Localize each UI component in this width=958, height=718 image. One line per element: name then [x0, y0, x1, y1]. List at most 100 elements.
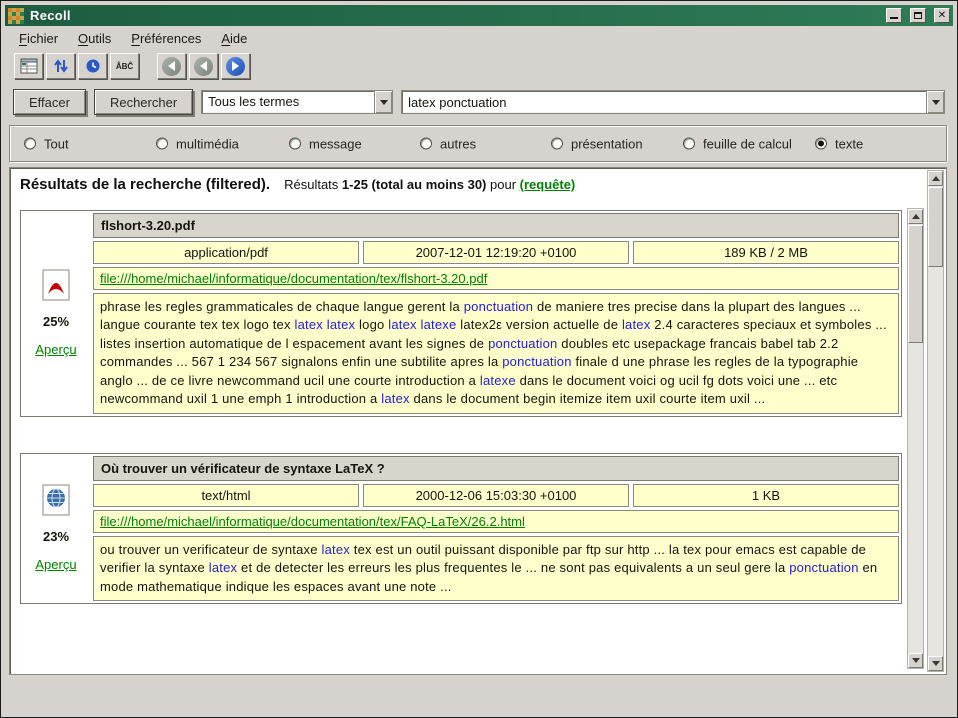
result-list: 25% Aperçu flshort-3.20.pdf application/…	[20, 210, 902, 640]
filter-label: Tout	[44, 136, 69, 151]
scroll-up-button[interactable]	[908, 209, 923, 224]
maximize-icon	[914, 12, 922, 19]
statusbar	[5, 679, 953, 713]
prev-page-icon	[162, 57, 181, 76]
result-date: 2000-12-06 15:03:30 +0100	[363, 484, 629, 507]
term-explorer-button[interactable]: ÂBĈ	[110, 53, 139, 79]
minimize-button[interactable]	[886, 8, 902, 23]
table-icon	[20, 58, 38, 74]
triangle-down-icon	[912, 658, 920, 663]
filter-autres[interactable]: autres	[420, 136, 476, 151]
result-url-link[interactable]: file:///home/michael/informatique/docume…	[100, 271, 487, 286]
maximize-button[interactable]	[910, 8, 926, 23]
filter-message[interactable]: message	[289, 136, 362, 151]
filter-tout[interactable]: Tout	[24, 136, 69, 151]
triangle-down-icon	[932, 661, 940, 666]
result-list-scrollbar[interactable]	[907, 208, 924, 669]
menu-outils[interactable]: Outils	[68, 29, 121, 48]
toolbar: ÂBĈ	[5, 51, 953, 81]
result-url-row: file:///home/michael/informatique/docume…	[93, 267, 899, 290]
results-header: Résultats de la recherche (filtered). Ré…	[20, 176, 900, 193]
result-mime: text/html	[93, 484, 359, 507]
result-title: Où trouver un vérificateur de syntaxe La…	[93, 456, 899, 481]
result-size: 189 KB / 2 MB	[633, 241, 899, 264]
prev-result-button[interactable]	[189, 53, 218, 79]
radio-icon[interactable]	[289, 138, 301, 150]
filter-label: présentation	[571, 136, 643, 151]
relevance-percent: 25%	[43, 314, 69, 329]
preview-link[interactable]: Aperçu	[35, 342, 76, 357]
titlebar[interactable]: Recoll	[5, 5, 953, 26]
filter-presentation[interactable]: présentation	[551, 136, 643, 151]
scroll-up-button[interactable]	[928, 171, 943, 186]
filter-label: message	[309, 136, 362, 151]
filter-texte[interactable]: texte	[815, 136, 863, 151]
window-title: Recoll	[30, 8, 878, 23]
radio-icon[interactable]	[156, 138, 168, 150]
sort-button[interactable]	[46, 53, 75, 79]
next-page-icon	[226, 57, 245, 76]
result-entry-sidebar: 25% Aperçu	[21, 211, 91, 416]
scrollbar-thumb[interactable]	[908, 225, 923, 343]
filter-feuille-de-calcul[interactable]: feuille de calcul	[683, 136, 792, 151]
search-mode-select[interactable]: Tous les termes	[201, 90, 393, 114]
menu-aide[interactable]: Aide	[211, 29, 257, 48]
sort-icon	[53, 58, 69, 74]
result-entry-sidebar: 23% Aperçu	[21, 454, 91, 603]
recoll-window: Recoll Fichier Outils Préférences Aide	[0, 0, 958, 718]
minimize-icon	[890, 17, 898, 19]
toolbar-separator	[142, 51, 154, 81]
result-title: flshort-3.20.pdf	[93, 213, 899, 238]
pdf-icon[interactable]	[41, 269, 71, 301]
scroll-down-button[interactable]	[908, 653, 923, 668]
menu-fichier[interactable]: Fichier	[9, 29, 68, 48]
scrollbar-thumb[interactable]	[928, 187, 943, 267]
result-meta-row: text/html 2000-12-06 15:03:30 +0100 1 KB	[93, 484, 899, 507]
results-title: Résultats de la recherche (filtered).	[20, 176, 270, 193]
results-summary: Résultats 1-25 (total au moins 30) pour …	[284, 177, 575, 192]
result-url-link[interactable]: file:///home/michael/informatique/docume…	[100, 514, 525, 529]
search-row: Effacer Rechercher Tous les termes	[5, 87, 953, 117]
radio-icon[interactable]	[683, 138, 695, 150]
result-size: 1 KB	[633, 484, 899, 507]
result-date: 2007-12-01 12:19:20 +0100	[363, 241, 629, 264]
first-page-button[interactable]	[14, 53, 43, 79]
filter-label: texte	[835, 136, 863, 151]
clear-button[interactable]: Effacer	[13, 89, 86, 115]
search-mode-value: Tous les termes	[202, 91, 374, 113]
search-input[interactable]	[402, 91, 926, 113]
query-combobox[interactable]	[401, 90, 945, 114]
filter-label: autres	[440, 136, 476, 151]
app-icon	[8, 8, 24, 24]
result-url-row: file:///home/michael/informatique/docume…	[93, 510, 899, 533]
results-page-scrollbar[interactable]	[927, 170, 944, 672]
chevron-down-icon	[932, 100, 940, 105]
result-meta-row: application/pdf 2007-12-01 12:19:20 +010…	[93, 241, 899, 264]
prev-page-icon	[194, 57, 213, 76]
radio-icon[interactable]	[815, 138, 827, 150]
search-mode-dropdown-button[interactable]	[374, 91, 392, 113]
result-entry: 23% Aperçu Où trouver un vérificateur de…	[20, 453, 902, 604]
close-button[interactable]	[934, 8, 950, 23]
next-page-button[interactable]	[221, 53, 250, 79]
query-history-dropdown-button[interactable]	[926, 91, 944, 113]
filter-label: feuille de calcul	[703, 136, 792, 151]
filter-label: multimédia	[176, 136, 239, 151]
radio-icon[interactable]	[24, 138, 36, 150]
search-button[interactable]: Rechercher	[94, 89, 193, 115]
triangle-up-icon	[932, 176, 940, 181]
result-mime: application/pdf	[93, 241, 359, 264]
radio-icon[interactable]	[420, 138, 432, 150]
filter-multimedia[interactable]: multimédia	[156, 136, 239, 151]
relevance-percent: 23%	[43, 529, 69, 544]
history-button[interactable]	[78, 53, 107, 79]
clock-icon	[85, 58, 101, 74]
radio-icon[interactable]	[551, 138, 563, 150]
preview-link[interactable]: Aperçu	[35, 557, 76, 572]
result-snippet: phrase les regles grammaticales de chaqu…	[93, 293, 899, 414]
globe-icon[interactable]	[41, 484, 71, 516]
scroll-down-button[interactable]	[928, 656, 943, 671]
prev-page-button[interactable]	[157, 53, 186, 79]
results-area: Résultats de la recherche (filtered). Ré…	[9, 167, 947, 675]
menu-preferences[interactable]: Préférences	[121, 29, 211, 48]
